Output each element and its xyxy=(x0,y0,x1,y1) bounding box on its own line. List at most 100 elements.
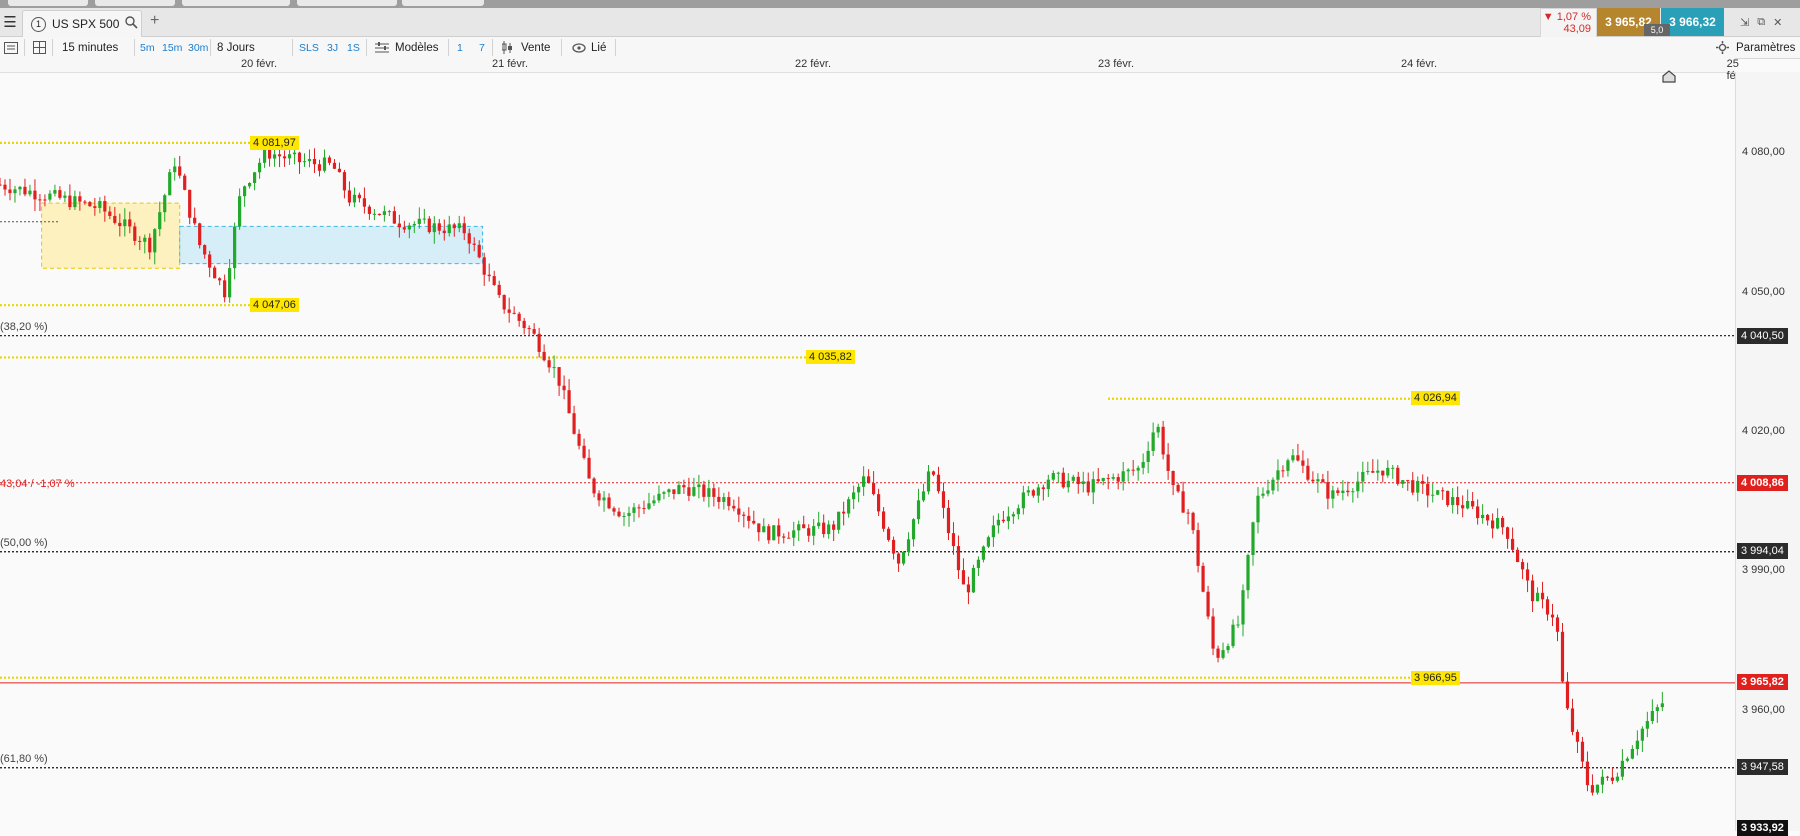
candle-down xyxy=(886,528,891,540)
date-axis: 20 févr. 21 févr. 22 févr. 23 févr. 24 f… xyxy=(0,58,1747,82)
templates-icon[interactable] xyxy=(375,37,389,58)
link-icon[interactable] xyxy=(572,37,586,58)
candle-down xyxy=(767,526,771,541)
level-label-4047: 4 047,06 xyxy=(250,298,299,312)
counter-1-button[interactable]: 1 xyxy=(457,37,463,58)
timeframe-select[interactable]: 15 minutes xyxy=(62,37,118,58)
candle-down xyxy=(397,223,401,228)
templates-button[interactable]: Modèles xyxy=(395,37,438,58)
fib-price-tag: 3 994,04 xyxy=(1737,543,1788,559)
range-select[interactable]: 8 Jours xyxy=(217,37,255,58)
candle-down xyxy=(587,457,591,479)
candle-up xyxy=(847,499,851,514)
candle-up xyxy=(1625,758,1629,761)
settings-button[interactable]: Paramètres xyxy=(1736,37,1795,58)
candle-down xyxy=(1575,731,1580,742)
candle-down xyxy=(1086,481,1090,493)
toolbar-divider xyxy=(24,39,25,56)
candle-down xyxy=(218,278,222,281)
candle-down xyxy=(472,243,476,245)
tab-us-spx-500[interactable]: 1 US SPX 500 xyxy=(22,10,142,37)
change-points: 43,09 xyxy=(1563,23,1591,35)
candle-up xyxy=(302,161,307,163)
date-label: 20 févr. xyxy=(240,58,278,70)
candle-down xyxy=(1166,454,1170,471)
candle-up xyxy=(1276,470,1280,480)
hidden-tab[interactable] xyxy=(182,0,290,6)
add-tab-button[interactable]: + xyxy=(150,12,159,30)
candle-up xyxy=(1600,776,1605,785)
candle-down xyxy=(138,240,142,242)
candle-up xyxy=(123,219,127,227)
candle-down xyxy=(802,524,806,529)
sell-chart-icon[interactable] xyxy=(502,37,514,58)
candle-up xyxy=(817,522,821,527)
candle-up xyxy=(1011,514,1015,517)
tf-5m-button[interactable]: 5m xyxy=(140,37,155,58)
hamburger-icon[interactable]: ☰ xyxy=(0,8,20,36)
tf-15m-button[interactable]: 15m xyxy=(162,37,182,58)
candle-up xyxy=(1376,470,1380,473)
hidden-tab[interactable] xyxy=(8,0,88,6)
hidden-tab[interactable] xyxy=(402,0,484,6)
candle-down xyxy=(213,267,217,279)
candle-up xyxy=(1261,493,1265,496)
candle-up xyxy=(1640,728,1644,741)
candle-up xyxy=(797,524,801,531)
search-icon[interactable] xyxy=(125,16,138,32)
candle-down xyxy=(637,507,641,509)
candle-down xyxy=(1456,497,1460,506)
list-view-icon[interactable] xyxy=(4,37,18,58)
candle-up xyxy=(1136,467,1140,471)
layout-icon[interactable] xyxy=(33,37,46,58)
fib-label-38: (38,20 %) xyxy=(0,321,48,333)
price-tick: 4 020,00 xyxy=(1742,425,1785,437)
candle-up xyxy=(1650,710,1654,722)
candle-up xyxy=(13,189,17,194)
price-axis[interactable]: 4 080,00 4 050,00 4 020,00 3 990,00 3 96… xyxy=(1735,72,1800,836)
candle-up xyxy=(862,476,866,487)
candle-down xyxy=(592,478,596,494)
candle-down xyxy=(832,524,836,530)
candle-up xyxy=(1331,490,1335,499)
tf-30m-button[interactable]: 30m xyxy=(188,37,208,58)
popout-icon[interactable]: ⧉ xyxy=(1757,16,1765,29)
linked-button[interactable]: Lié xyxy=(591,37,606,58)
candle-down xyxy=(891,539,896,554)
settings-gear-icon[interactable] xyxy=(1716,37,1729,58)
sell-mode-button[interactable]: Vente xyxy=(521,37,550,58)
candle-up xyxy=(1026,490,1030,493)
candle-down xyxy=(427,218,431,233)
close-icon[interactable]: ✕ xyxy=(1773,16,1782,29)
3j-button[interactable]: 3J xyxy=(327,37,338,58)
candle-down xyxy=(1076,476,1080,485)
candle-down xyxy=(822,522,826,535)
1s-button[interactable]: 1S xyxy=(347,37,360,58)
candle-down xyxy=(1486,514,1490,521)
hidden-tab[interactable] xyxy=(95,0,175,6)
axis-low-tag: 3 933,92 xyxy=(1737,820,1788,836)
candle-down xyxy=(527,328,531,330)
buy-price-button[interactable]: 3 966,32 xyxy=(1661,8,1724,36)
sls-button[interactable]: SLS xyxy=(299,37,319,58)
candle-down xyxy=(961,570,966,585)
candle-down xyxy=(392,211,396,224)
price-tick: 3 990,00 xyxy=(1742,564,1785,576)
candle-up xyxy=(252,172,257,184)
chart-toolbar: 15 minutes 5m 15m 30m 8 Jours SLS 3J 1S … xyxy=(0,37,1800,59)
candle-down xyxy=(896,553,901,564)
candle-down xyxy=(507,309,511,313)
candle-up xyxy=(1251,522,1255,556)
price-chart[interactable] xyxy=(0,72,1735,831)
change-percent: ▼ 1,07 % xyxy=(1542,11,1591,23)
candle-down xyxy=(876,494,881,512)
hidden-tab[interactable] xyxy=(297,0,397,6)
collapse-icon[interactable]: ⇲ xyxy=(1740,16,1749,29)
counter-7-button[interactable]: 7 xyxy=(479,37,485,58)
candle-down xyxy=(742,514,746,516)
candle-up xyxy=(168,172,172,196)
home-icon[interactable] xyxy=(1662,70,1676,86)
candle-up xyxy=(901,552,906,564)
candle-up xyxy=(422,218,426,220)
candle-down xyxy=(872,483,876,495)
